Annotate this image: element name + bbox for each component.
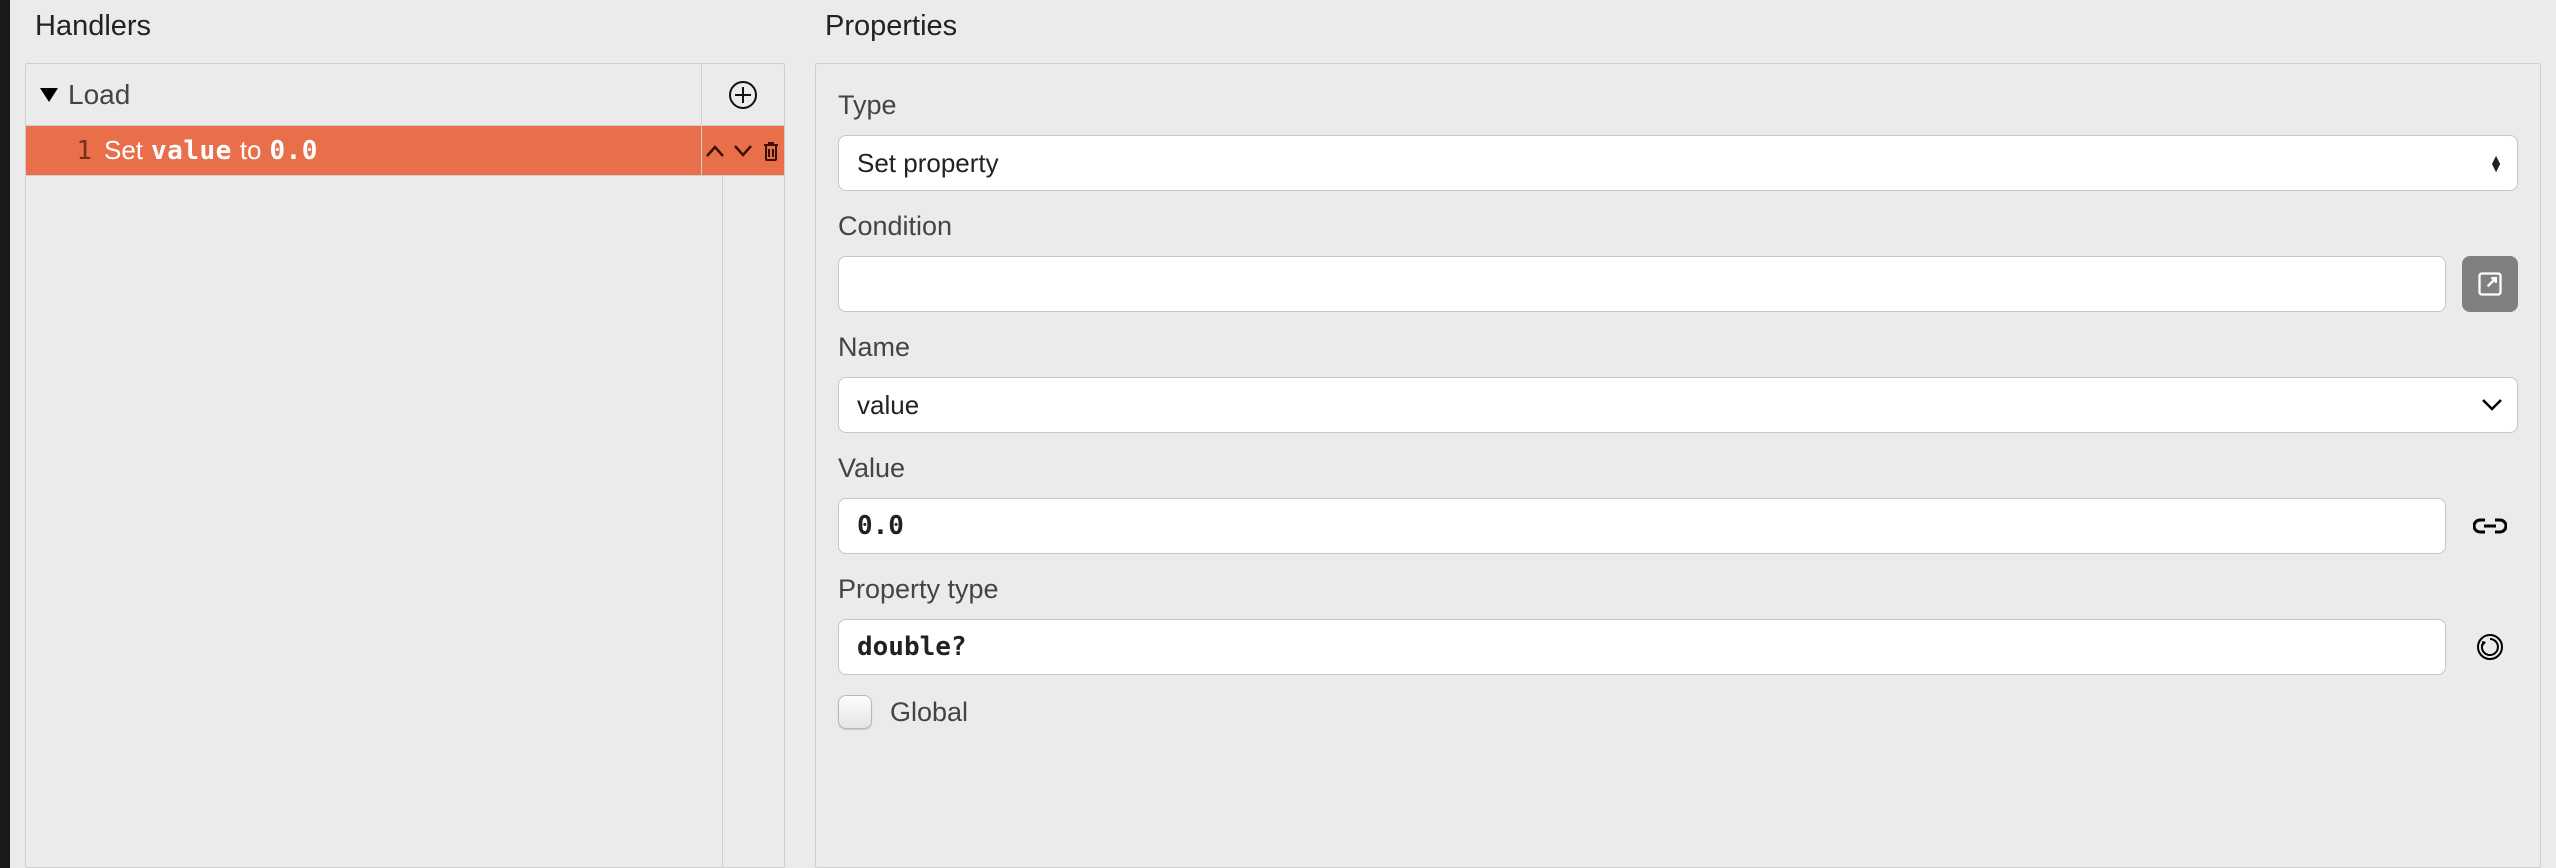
handlers-panel: Load 1 Set value to 0.0 [25, 63, 785, 868]
handlers-title: Handlers [35, 10, 785, 43]
name-label: Name [838, 332, 2518, 363]
handler-action-row[interactable]: 1 Set value to 0.0 [26, 126, 784, 176]
type-select-value: Set property [857, 148, 999, 179]
value-input[interactable]: 0.0 [838, 498, 2446, 554]
handler-header-row[interactable]: Load [26, 64, 784, 126]
value-label: Value [838, 453, 2518, 484]
value-text: 0.0 [857, 511, 904, 541]
property-type-value: double? [857, 632, 967, 662]
action-verb: Set [100, 135, 147, 166]
action-value: 0.0 [266, 136, 322, 166]
link-value-button[interactable] [2462, 498, 2518, 554]
action-var: value [147, 136, 236, 166]
global-checkbox[interactable] [838, 695, 872, 729]
properties-title: Properties [825, 10, 2541, 43]
handlers-body-empty [26, 176, 784, 867]
condition-label: Condition [838, 211, 2518, 242]
collapse-triangle-icon[interactable] [40, 88, 58, 102]
condition-input[interactable] [838, 256, 2446, 312]
property-type-input[interactable]: double? [838, 619, 2446, 675]
delete-icon[interactable] [761, 140, 781, 162]
global-label: Global [890, 697, 968, 728]
properties-panel: Type Set property ▲▼ Condition [815, 63, 2541, 868]
property-type-label: Property type [838, 574, 2518, 605]
open-condition-editor-button[interactable] [2462, 256, 2518, 312]
left-drag-gutter [0, 0, 10, 868]
move-up-icon[interactable] [705, 144, 725, 158]
updown-caret-icon: ▲▼ [2489, 155, 2503, 171]
add-handler-button[interactable] [702, 64, 784, 125]
type-label: Type [838, 90, 2518, 121]
move-down-icon[interactable] [733, 144, 753, 158]
name-value: value [857, 390, 919, 421]
handler-name: Load [68, 79, 130, 111]
type-select[interactable]: Set property ▲▼ [838, 135, 2518, 191]
chevron-down-icon [2481, 398, 2503, 412]
line-number: 1 [26, 136, 100, 166]
refresh-type-button[interactable] [2462, 619, 2518, 675]
action-keyword: to [236, 135, 266, 166]
name-select[interactable]: value [838, 377, 2518, 433]
